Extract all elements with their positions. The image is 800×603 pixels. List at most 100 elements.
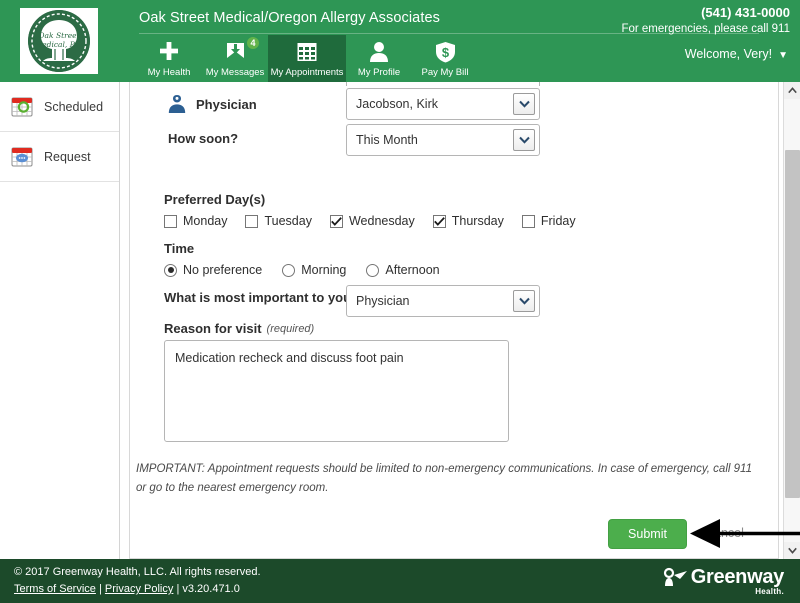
checkbox-thursday[interactable]: Thursday bbox=[432, 214, 504, 228]
greenway-health-logo: Greenway Health. bbox=[662, 566, 785, 596]
sidebar-item-label: Request bbox=[44, 149, 91, 164]
most-important-select-value: Physician bbox=[356, 294, 410, 308]
checkbox-wednesday[interactable]: Wednesday bbox=[329, 214, 415, 228]
scrollbar-track[interactable] bbox=[784, 99, 800, 542]
how-soon-select[interactable]: This Month bbox=[346, 124, 540, 156]
scroll-up-button[interactable] bbox=[784, 82, 800, 99]
footer-separator-2: | bbox=[176, 583, 180, 595]
radio-morning[interactable]: Morning bbox=[282, 263, 346, 277]
page-footer: © 2017 Greenway Health, LLC. All rights … bbox=[0, 559, 800, 603]
content-scrollbar[interactable] bbox=[783, 82, 800, 559]
physician-row: Physician bbox=[168, 94, 257, 114]
terms-of-service-link[interactable]: Terms of Service bbox=[14, 583, 96, 595]
most-important-label: What is most important to you? bbox=[164, 290, 359, 305]
header-divider bbox=[139, 33, 759, 34]
practice-name: Oak Street Medical/Oregon Allergy Associ… bbox=[139, 10, 440, 26]
svg-text:Oak Street: Oak Street bbox=[38, 31, 80, 40]
cancel-button[interactable]: Cancel bbox=[705, 526, 744, 540]
radio-dot bbox=[167, 267, 174, 273]
copyright-text: © 2017 Greenway Health, LLC. All rights … bbox=[14, 566, 261, 578]
how-soon-label: How soon? bbox=[168, 131, 239, 146]
truncated-select-above[interactable] bbox=[346, 82, 540, 86]
submit-button-label: Submit bbox=[628, 527, 667, 541]
how-soon-row: How soon? bbox=[168, 131, 238, 146]
checkmark-icon bbox=[331, 216, 342, 226]
sidebar-item-request[interactable]: Request bbox=[0, 132, 119, 182]
message-count-badge: 4 bbox=[246, 36, 260, 50]
preferred-days-options: Monday Tuesday Wednesday Thursday Friday bbox=[164, 214, 594, 228]
checkbox-monday[interactable]: Monday bbox=[164, 214, 227, 228]
left-sidebar: Scheduled Request bbox=[0, 82, 120, 559]
checkbox-label: Wednesday bbox=[348, 214, 415, 228]
greenway-mark-icon bbox=[663, 567, 687, 586]
physician-select-value: Jacobson, Kirk bbox=[356, 97, 438, 111]
important-disclaimer: IMPORTANT: Appointment requests should b… bbox=[136, 463, 752, 494]
nav-item-pay-my-bill[interactable]: $ Pay My Bill bbox=[412, 35, 478, 82]
nav-label: My Health bbox=[147, 67, 191, 78]
footer-separator-1: | bbox=[98, 583, 102, 595]
checkbox-label: Thursday bbox=[451, 214, 504, 228]
envelope-download-icon bbox=[222, 39, 248, 65]
reason-required-note: (required) bbox=[266, 322, 315, 335]
sidebar-item-scheduled[interactable]: Scheduled bbox=[0, 82, 119, 132]
svg-text:Medical, P.C.: Medical, P.C. bbox=[34, 40, 84, 49]
radio-label: Morning bbox=[301, 263, 347, 277]
welcome-label: Welcome, Very! bbox=[684, 47, 773, 61]
oak-tree-logo-icon: Oak Street Medical, P.C. bbox=[28, 10, 90, 72]
scrollbar-thumb[interactable] bbox=[785, 150, 800, 498]
physician-select[interactable]: Jacobson, Kirk bbox=[346, 88, 540, 120]
most-important-select[interactable]: Physician bbox=[346, 285, 540, 317]
page-body: Scheduled Request Physician Jacobson, Ki… bbox=[0, 82, 800, 559]
radio-afternoon[interactable]: Afternoon bbox=[366, 263, 440, 277]
scroll-down-button[interactable] bbox=[784, 542, 800, 559]
checkbox-tuesday[interactable]: Tuesday bbox=[245, 214, 312, 228]
nav-item-my-health[interactable]: My Health bbox=[136, 35, 202, 82]
user-menu[interactable]: Welcome, Very! ▼ bbox=[685, 47, 788, 61]
footer-links: Terms of Service | Privacy Policy | v3.2… bbox=[14, 583, 240, 595]
most-important-row: What is most important to you? bbox=[164, 290, 359, 305]
checkbox-box bbox=[432, 214, 446, 228]
practice-logo: Oak Street Medical, P.C. bbox=[20, 8, 98, 74]
checkbox-box bbox=[164, 214, 177, 228]
checkbox-box bbox=[245, 214, 259, 228]
checkmark-icon bbox=[433, 216, 445, 226]
nav-label: My Messages bbox=[205, 67, 265, 78]
nav-item-my-profile[interactable]: My Profile bbox=[346, 35, 412, 82]
practice-phone: (541) 431-0000 bbox=[701, 5, 790, 20]
time-options: No preference Morning Afternoon bbox=[164, 263, 460, 277]
time-label-row: Time bbox=[164, 241, 194, 256]
chevron-down-icon: ▼ bbox=[778, 50, 788, 61]
chevron-up-icon bbox=[788, 87, 797, 94]
radio-circle bbox=[282, 263, 296, 277]
calendar-check-icon bbox=[8, 93, 36, 121]
submit-button[interactable]: Submit bbox=[608, 519, 687, 549]
radio-label: No preference bbox=[183, 263, 263, 277]
physician-label: Physician bbox=[196, 96, 257, 112]
emergency-notice: For emergencies, please call 911 bbox=[621, 23, 790, 35]
version-label: v3.20.471.0 bbox=[182, 583, 240, 595]
physician-person-icon bbox=[168, 94, 186, 114]
radio-circle bbox=[366, 263, 380, 277]
greenway-health-sub: Health. bbox=[755, 587, 784, 596]
reason-textarea[interactable]: Medication recheck and discuss foot pain bbox=[164, 340, 509, 442]
main-navigation: My Health 4 My Messages My Appointments … bbox=[136, 35, 478, 82]
privacy-policy-link[interactable]: Privacy Policy bbox=[105, 583, 173, 595]
logo-circle: Oak Street Medical, P.C. bbox=[28, 10, 90, 72]
checkbox-label: Monday bbox=[183, 214, 228, 228]
app-header: Oak Street Medical, P.C. Oak Street Medi… bbox=[0, 0, 800, 82]
nav-item-my-messages[interactable]: 4 My Messages bbox=[202, 35, 268, 82]
calendar-message-icon bbox=[8, 143, 36, 171]
checkbox-label: Friday bbox=[540, 214, 576, 228]
reason-label-row: Reason for visit (required) bbox=[164, 321, 314, 336]
appointment-request-page: Oak Street Medical, P.C. Oak Street Medi… bbox=[0, 0, 800, 603]
checkbox-friday[interactable]: Friday bbox=[521, 214, 576, 228]
greenway-wordmark: Greenway bbox=[690, 566, 785, 588]
how-soon-select-value: This Month bbox=[356, 133, 418, 147]
time-label: Time bbox=[164, 241, 195, 256]
calendar-grid-icon bbox=[294, 39, 320, 65]
person-icon bbox=[366, 39, 392, 65]
nav-item-my-appointments[interactable]: My Appointments bbox=[268, 35, 346, 82]
radio-no-preference[interactable]: No preference bbox=[164, 263, 262, 277]
checkbox-box bbox=[521, 214, 535, 228]
svg-text:$: $ bbox=[441, 45, 449, 60]
